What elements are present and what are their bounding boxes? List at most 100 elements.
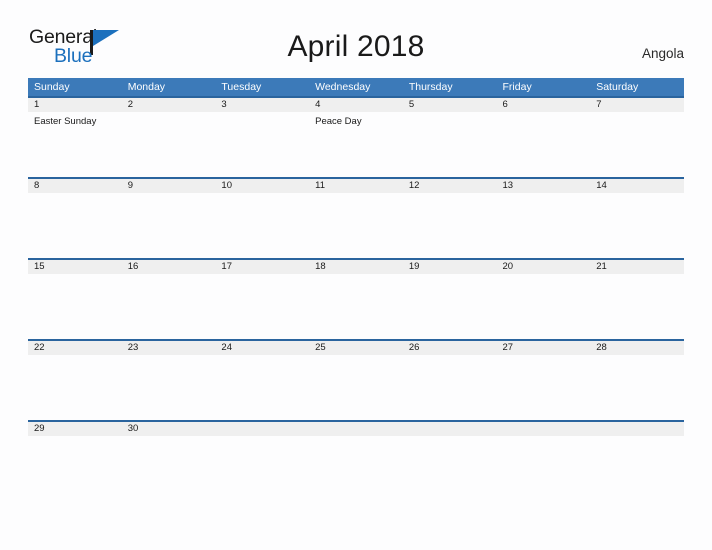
day-cell[interactable] xyxy=(309,274,403,339)
week-event-strip xyxy=(28,436,684,501)
day-cell[interactable] xyxy=(403,436,497,501)
day-cell[interactable]: Easter Sunday xyxy=(28,112,122,177)
day-number[interactable]: 7 xyxy=(590,98,684,112)
day-cell[interactable] xyxy=(122,274,216,339)
day-number-empty xyxy=(309,422,403,436)
day-cell[interactable] xyxy=(590,274,684,339)
day-number[interactable]: 15 xyxy=(28,260,122,274)
weekday-wednesday: Wednesday xyxy=(315,81,371,93)
day-number[interactable]: 30 xyxy=(122,422,216,436)
day-number-empty xyxy=(215,422,309,436)
week-event-strip xyxy=(28,193,684,258)
page-title: April 2018 xyxy=(287,30,425,63)
week-date-strip: 22 23 24 25 26 27 28 xyxy=(28,339,684,355)
weekday-header-row: Sunday Monday Tuesday Wednesday Thursday… xyxy=(28,78,684,96)
day-cell[interactable] xyxy=(122,436,216,501)
day-cell[interactable] xyxy=(215,274,309,339)
day-number[interactable]: 3 xyxy=(215,98,309,112)
day-number[interactable]: 16 xyxy=(122,260,216,274)
day-number[interactable]: 4 xyxy=(309,98,403,112)
day-cell[interactable] xyxy=(215,112,309,177)
day-cell[interactable] xyxy=(403,355,497,420)
day-number[interactable]: 11 xyxy=(309,179,403,193)
day-cell[interactable] xyxy=(497,355,591,420)
day-number-empty xyxy=(497,422,591,436)
day-number[interactable]: 22 xyxy=(28,341,122,355)
day-number[interactable]: 29 xyxy=(28,422,122,436)
day-cell[interactable] xyxy=(215,436,309,501)
day-number[interactable]: 26 xyxy=(403,341,497,355)
weekday-saturday: Saturday xyxy=(596,81,639,93)
week-event-strip xyxy=(28,355,684,420)
calendar-week-row: 15 16 17 18 19 20 21 xyxy=(28,258,684,339)
day-number[interactable]: 12 xyxy=(403,179,497,193)
calendar-grid: Sunday Monday Tuesday Wednesday Thursday… xyxy=(28,78,684,501)
calendar-week-row: 8 9 10 11 12 13 14 xyxy=(28,177,684,258)
day-cell[interactable] xyxy=(497,112,591,177)
day-number[interactable]: 10 xyxy=(215,179,309,193)
day-number[interactable]: 18 xyxy=(309,260,403,274)
day-number[interactable]: 1 xyxy=(28,98,122,112)
day-cell[interactable] xyxy=(122,355,216,420)
week-event-strip: Easter Sunday Peace Day xyxy=(28,112,684,177)
day-number[interactable]: 23 xyxy=(122,341,216,355)
day-number[interactable]: 8 xyxy=(28,179,122,193)
day-number[interactable]: 19 xyxy=(403,260,497,274)
calendar-weeks: 1 2 3 4 5 6 7 Easter Sunday Peace Day 8 9 10 11 12 13 1… xyxy=(28,96,684,501)
weekday-monday: Monday xyxy=(127,81,166,93)
weekday-thursday: Thursday xyxy=(408,81,453,93)
day-cell[interactable] xyxy=(590,436,684,501)
day-number[interactable]: 2 xyxy=(122,98,216,112)
day-cell[interactable] xyxy=(309,436,403,501)
day-number[interactable]: 24 xyxy=(215,341,309,355)
weekday-tuesday: Tuesday xyxy=(221,81,262,93)
day-number[interactable]: 5 xyxy=(403,98,497,112)
day-cell[interactable] xyxy=(497,193,591,258)
day-number-empty xyxy=(403,422,497,436)
day-cell[interactable] xyxy=(497,274,591,339)
country-label: Angola xyxy=(641,46,684,61)
day-number-empty xyxy=(590,422,684,436)
day-number[interactable]: 27 xyxy=(497,341,591,355)
day-cell[interactable] xyxy=(590,112,684,177)
calendar-page: General Blue April 2018 Angola Sunday Mo… xyxy=(0,0,712,550)
day-number[interactable]: 9 xyxy=(122,179,216,193)
day-cell[interactable] xyxy=(28,193,122,258)
day-cell[interactable] xyxy=(122,112,216,177)
day-cell[interactable] xyxy=(28,274,122,339)
day-number[interactable]: 14 xyxy=(590,179,684,193)
day-cell[interactable] xyxy=(309,355,403,420)
week-date-strip: 29 30 xyxy=(28,420,684,436)
day-number[interactable]: 21 xyxy=(590,260,684,274)
day-cell[interactable] xyxy=(215,355,309,420)
holiday-label: Peace Day xyxy=(315,116,362,127)
day-cell[interactable] xyxy=(309,193,403,258)
day-cell[interactable] xyxy=(590,355,684,420)
day-number[interactable]: 25 xyxy=(309,341,403,355)
calendar-week-row: 1 2 3 4 5 6 7 Easter Sunday Peace Day xyxy=(28,96,684,177)
day-cell[interactable] xyxy=(215,193,309,258)
day-number[interactable]: 13 xyxy=(497,179,591,193)
week-date-strip: 1234567 xyxy=(28,96,684,112)
weekday-sunday: Sunday xyxy=(34,81,70,93)
week-event-strip xyxy=(28,274,684,339)
day-number[interactable]: 20 xyxy=(497,260,591,274)
week-date-strip: 8 9 10 11 12 13 14 xyxy=(28,177,684,193)
day-cell[interactable] xyxy=(28,355,122,420)
calendar-week-row: 22 23 24 25 26 27 28 xyxy=(28,339,684,420)
day-cell[interactable] xyxy=(403,112,497,177)
page-header: General Blue April 2018 Angola xyxy=(0,0,712,78)
day-cell[interactable]: Peace Day xyxy=(309,112,403,177)
day-number[interactable]: 17 xyxy=(215,260,309,274)
day-cell[interactable] xyxy=(122,193,216,258)
day-cell[interactable] xyxy=(497,436,591,501)
day-number[interactable]: 6 xyxy=(497,98,591,112)
holiday-label: Easter Sunday xyxy=(34,116,97,127)
day-cell[interactable] xyxy=(403,193,497,258)
day-cell[interactable] xyxy=(403,274,497,339)
day-cell[interactable] xyxy=(28,436,122,501)
weekday-friday: Friday xyxy=(502,81,532,93)
day-cell[interactable] xyxy=(590,193,684,258)
day-number[interactable]: 28 xyxy=(590,341,684,355)
week-date-strip: 15 16 17 18 19 20 21 xyxy=(28,258,684,274)
